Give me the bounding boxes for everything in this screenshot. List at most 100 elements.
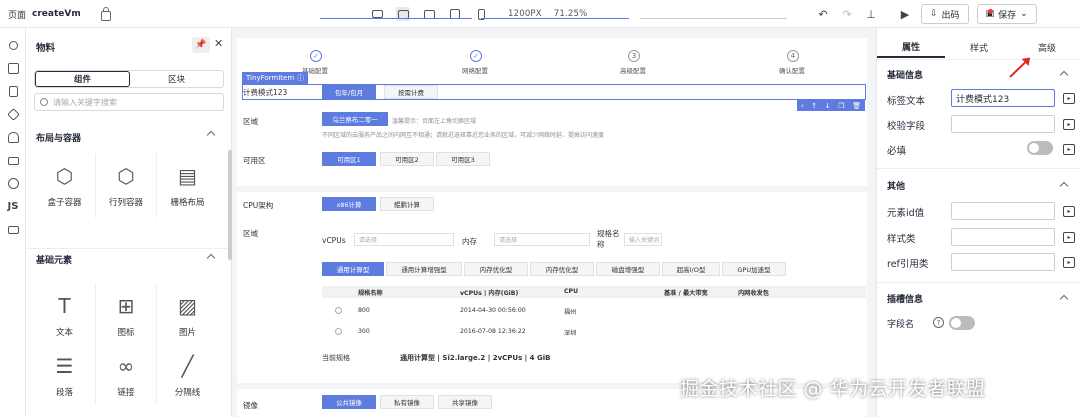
step-number[interactable]: 3 xyxy=(628,50,640,62)
close-icon[interactable]: ✕ xyxy=(214,37,223,50)
component-link[interactable]: ∞ 链接 xyxy=(96,348,157,404)
group-basic-header[interactable]: 基础元素 xyxy=(26,248,232,270)
bridge-icon[interactable] xyxy=(0,149,26,172)
bind-variable-icon[interactable]: ▸ xyxy=(1063,257,1075,268)
delete-icon[interactable]: 🗑 xyxy=(852,102,861,110)
lock-icon[interactable] xyxy=(100,7,111,21)
spec-tab[interactable]: 内存优化型 xyxy=(530,262,594,276)
section-basic[interactable]: 基础信息 xyxy=(887,68,923,81)
info-circle-icon: ⓘ xyxy=(297,74,305,82)
row-radio[interactable] xyxy=(335,307,342,314)
globe-icon[interactable] xyxy=(0,172,26,195)
page-manage-icon[interactable] xyxy=(0,80,26,103)
validate-field-input[interactable] xyxy=(951,115,1055,133)
materials-icon[interactable] xyxy=(0,34,26,57)
export-code-button[interactable]: ⇩ 出码 xyxy=(921,4,969,24)
bind-variable-icon[interactable]: ▸ xyxy=(1063,206,1075,217)
cpu-option-kunpeng[interactable]: 鲲鹏计算 xyxy=(380,197,434,211)
tab-blocks[interactable]: 区块 xyxy=(130,71,223,87)
move-up-icon[interactable]: ↑ xyxy=(811,102,817,110)
tab-advanced[interactable]: 高级 xyxy=(1013,36,1080,58)
bind-variable-icon[interactable]: ▸ xyxy=(1063,232,1075,243)
section-other[interactable]: 其他 xyxy=(887,179,905,192)
component-divider[interactable]: ╱ 分隔线 xyxy=(157,348,218,404)
block-manage-icon[interactable] xyxy=(0,103,26,126)
spec-tab[interactable]: GPU加速型 xyxy=(722,262,786,276)
memory-select[interactable]: 请选择 xyxy=(494,233,590,246)
bind-variable-icon[interactable]: ▸ xyxy=(1063,93,1075,104)
billing-option-ondemand[interactable]: 按需计费 xyxy=(384,85,438,99)
component-text[interactable]: T 文本 xyxy=(34,284,96,348)
element-id-input[interactable] xyxy=(951,202,1055,220)
ref-input[interactable] xyxy=(951,253,1055,271)
undo-icon[interactable]: ↶ xyxy=(815,6,831,22)
cpu-option-x86[interactable]: x86计算 xyxy=(322,197,376,211)
vcpus-select[interactable]: 请选择 xyxy=(354,233,454,246)
zone-option-2[interactable]: 可用区2 xyxy=(380,152,434,166)
spec-tab[interactable]: 超高I/O型 xyxy=(662,262,720,276)
tab-style[interactable]: 样式 xyxy=(945,36,1013,58)
page-name[interactable]: createVm xyxy=(32,9,81,19)
datasource-icon[interactable] xyxy=(0,126,26,149)
copy-icon[interactable]: ❐ xyxy=(838,102,844,110)
field-name-toggle[interactable] xyxy=(949,316,975,330)
schema-icon[interactable] xyxy=(0,218,26,241)
component-image[interactable]: ▨ 图片 xyxy=(157,284,218,348)
component-box[interactable]: ⬡ 盒子容器 xyxy=(34,154,96,218)
selected-component-tag[interactable]: TinyFormItem ⓘ xyxy=(242,72,309,84)
spec-tab[interactable]: 通用计算型 xyxy=(322,262,384,276)
component-icon[interactable]: ⊞ 图标 xyxy=(96,284,157,348)
bind-variable-icon[interactable]: ▸ xyxy=(1063,119,1075,130)
required-toggle[interactable] xyxy=(1027,141,1053,155)
component-row-col[interactable]: ⬡ 行列容器 xyxy=(96,154,157,218)
step-check-icon[interactable]: ✓ xyxy=(310,50,322,62)
spec-tab[interactable]: 内存优化型 xyxy=(464,262,528,276)
move-down-icon[interactable]: ↓ xyxy=(825,102,831,110)
image-option-shared[interactable]: 共享镜像 xyxy=(438,395,492,409)
component-grid[interactable]: ▤ 栅格布局 xyxy=(157,154,218,218)
component-label: 图标 xyxy=(117,328,135,338)
component-paragraph[interactable]: ☰ 段落 xyxy=(34,348,96,404)
image-option-public[interactable]: 公共镜像 xyxy=(322,395,376,409)
spec-tab[interactable]: 通用计算增强型 xyxy=(386,262,462,276)
chevron-up-icon[interactable] xyxy=(1059,294,1069,304)
billing-option-monthly[interactable]: 包年/包月 xyxy=(322,85,376,99)
style-class-input[interactable] xyxy=(951,228,1055,246)
help-circle-icon[interactable]: ? xyxy=(933,317,944,328)
js-icon[interactable]: JS xyxy=(0,195,26,218)
label-text-input[interactable]: 计费模式123 xyxy=(951,89,1055,107)
group-layout-header[interactable]: 布局与容器 xyxy=(26,126,232,148)
col-header[interactable]: 内网收发包 xyxy=(738,288,769,297)
region-option[interactable]: 乌兰察布二零一 xyxy=(322,112,388,126)
page-label[interactable]: 页面 xyxy=(8,8,26,21)
step-check-icon[interactable]: ✓ xyxy=(470,50,482,62)
col-header[interactable]: 基准 / 最大带宽 xyxy=(664,288,708,297)
zone-option-3[interactable]: 可用区3 xyxy=(436,152,490,166)
search-input[interactable]: 请输入关键字搜索 xyxy=(34,93,224,111)
unsaved-dot xyxy=(987,9,993,14)
col-header[interactable]: CPU xyxy=(564,288,578,295)
tab-components[interactable]: 组件 xyxy=(35,71,130,87)
col-header[interactable]: vCPUs | 内存(GiB) xyxy=(460,288,518,297)
zone-option-1[interactable]: 可用区1 xyxy=(322,152,376,166)
clear-icon[interactable]: ⊥ xyxy=(863,6,879,22)
section-slot[interactable]: 插槽信息 xyxy=(887,292,923,305)
select-parent-icon[interactable]: ‹ xyxy=(801,102,804,110)
download-icon: ⇩ xyxy=(930,9,938,19)
tab-props[interactable]: 属性 xyxy=(877,36,945,58)
image-option-private[interactable]: 私有镜像 xyxy=(380,395,434,409)
chevron-up-icon[interactable] xyxy=(1059,181,1069,191)
chevron-up-icon[interactable] xyxy=(1059,70,1069,80)
step-number[interactable]: 4 xyxy=(787,50,799,62)
col-header[interactable]: 规格名称 xyxy=(358,288,383,297)
bind-variable-icon[interactable]: ▸ xyxy=(1063,144,1075,155)
save-button[interactable]: ▣ 保存 ⌄ xyxy=(976,4,1037,24)
preview-play-icon[interactable]: ▶ xyxy=(897,6,913,22)
row-radio[interactable] xyxy=(335,328,342,335)
outline-tree-icon[interactable] xyxy=(0,57,26,80)
cell-city: 福州 xyxy=(564,309,577,316)
spec-name-input[interactable]: 输入关键词 xyxy=(624,233,662,246)
pin-icon[interactable]: 📌 xyxy=(192,37,210,53)
redo-icon[interactable]: ↷ xyxy=(839,6,855,22)
spec-tab[interactable]: 磁盘增强型 xyxy=(596,262,660,276)
